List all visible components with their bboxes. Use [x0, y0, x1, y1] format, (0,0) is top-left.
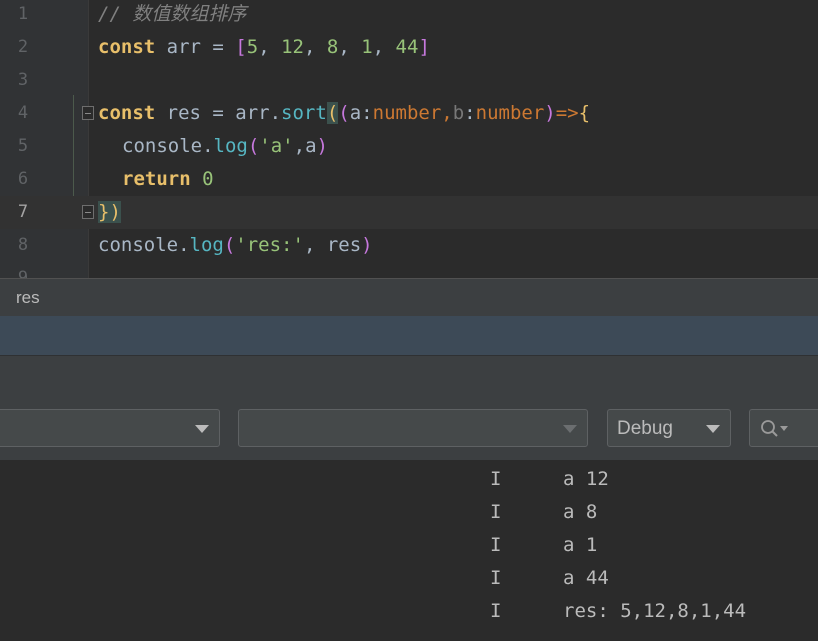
- code-text: console.log('res:', res): [98, 234, 373, 256]
- chevron-down-icon: [195, 425, 209, 433]
- fold-collapse-icon[interactable]: [82, 106, 94, 120]
- code-line-2[interactable]: 2 const arr = [5, 12, 8, 1, 44]: [0, 31, 818, 64]
- line-number: 5: [17, 136, 29, 156]
- code-line-9[interactable]: 9: [0, 262, 818, 278]
- log-level: I: [490, 534, 502, 556]
- search-icon: [761, 420, 778, 437]
- log-search-input[interactable]: [749, 409, 818, 447]
- log-row[interactable]: I a 1: [0, 529, 818, 562]
- panel-toolbar: [0, 355, 818, 395]
- line-number: 7: [17, 202, 29, 222]
- chevron-down-icon: [706, 425, 720, 433]
- line-number: 2: [17, 37, 29, 57]
- line-number: 9: [17, 268, 29, 278]
- log-message: a 8: [563, 501, 598, 523]
- chevron-down-icon: [563, 425, 577, 433]
- log-level: I: [490, 600, 502, 622]
- line-number: 1: [17, 4, 29, 24]
- log-row[interactable]: I res: 5,12,8,1,44: [0, 595, 818, 628]
- panel-header-bar: [0, 316, 818, 355]
- code-text: }): [98, 201, 121, 223]
- line-number: 4: [17, 103, 29, 123]
- line-number: 8: [17, 235, 29, 255]
- fold-end-icon[interactable]: [82, 205, 94, 219]
- code-line-8[interactable]: 8 console.log('res:', res): [0, 229, 818, 262]
- line-number: 6: [17, 169, 29, 189]
- code-text: return 0: [122, 168, 214, 190]
- log-message: res: 5,12,8,1,44: [563, 600, 747, 622]
- device-select[interactable]: [0, 409, 220, 447]
- line-number: 3: [17, 70, 29, 90]
- code-text: const res = arr.sort((a:number,b:number)…: [98, 102, 591, 124]
- log-level-value: Debug: [617, 418, 673, 439]
- log-message: a 1: [563, 534, 598, 556]
- code-line-6[interactable]: 6 return 0: [0, 163, 818, 196]
- log-level: I: [490, 468, 502, 490]
- breadcrumb[interactable]: res: [16, 288, 40, 308]
- breadcrumb-bar: res: [0, 278, 818, 316]
- log-row[interactable]: I a 44: [0, 562, 818, 595]
- code-line-7[interactable]: 7 }): [0, 196, 818, 229]
- process-select[interactable]: [238, 409, 588, 447]
- code-line-1[interactable]: 1 // 数值数组排序: [0, 0, 818, 31]
- code-line-5[interactable]: 5 console.log('a',a): [0, 130, 818, 163]
- code-line-3[interactable]: 3: [0, 64, 818, 97]
- log-message: a 44: [563, 567, 609, 589]
- search-options-icon: [780, 426, 788, 431]
- code-line-4[interactable]: 4 const res = arr.sort((a:number,b:numbe…: [0, 97, 818, 130]
- code-text: const arr = [5, 12, 8, 1, 44]: [98, 36, 430, 58]
- log-level-select[interactable]: Debug: [607, 409, 731, 447]
- log-level: I: [490, 501, 502, 523]
- logcat-filter-bar: Debug: [0, 395, 818, 461]
- log-row[interactable]: I a 8: [0, 496, 818, 529]
- code-comment: // 数值数组排序: [98, 3, 247, 25]
- log-message: a 12: [563, 468, 609, 490]
- logcat-output[interactable]: I a 12 I a 8 I a 1 I a 44 I res: 5,12,8,…: [0, 461, 818, 641]
- code-editor[interactable]: 1 // 数值数组排序 2 const arr = [5, 12, 8, 1, …: [0, 0, 818, 278]
- log-row[interactable]: I a 12: [0, 463, 818, 496]
- code-text: console.log('a',a): [122, 135, 328, 157]
- log-level: I: [490, 567, 502, 589]
